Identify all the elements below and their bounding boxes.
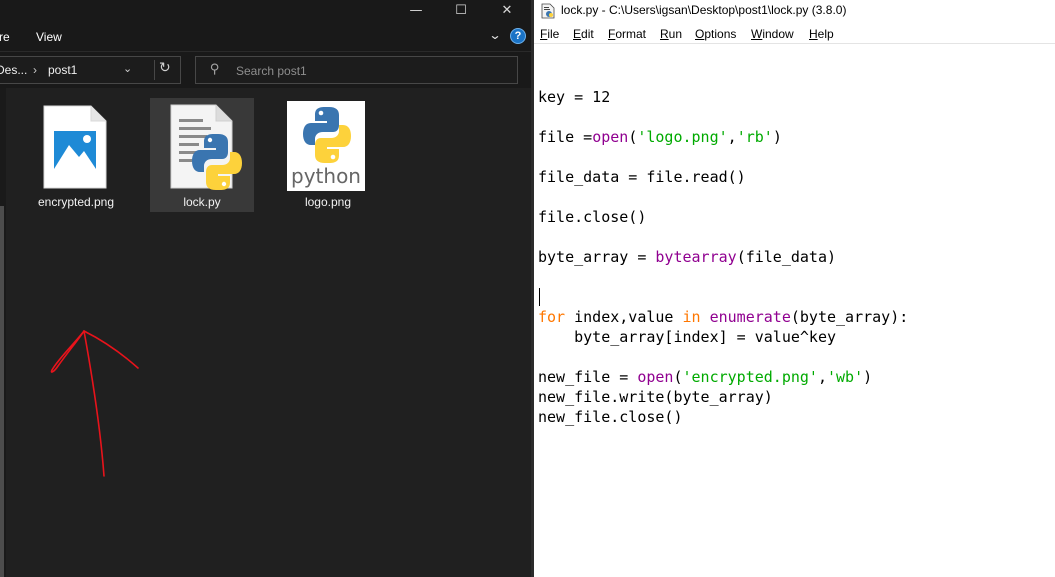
code-line[interactable]: new_file = open('encrypted.png','wb')	[538, 367, 872, 387]
idle-editor-window: lock.py - C:\Users\igsan\Desktop\post1\l…	[531, 0, 1055, 577]
code-text: ,	[817, 368, 827, 386]
menu-file[interactable]: File	[540, 27, 559, 41]
file-name: logo.png	[304, 195, 352, 209]
image-file-icon	[43, 105, 107, 189]
code-text: file.close()	[538, 208, 647, 226]
code-keyword: in	[682, 308, 701, 326]
code-text: )	[863, 368, 873, 386]
minimize-button[interactable]: —	[393, 0, 439, 20]
idle-title-bar: lock.py - C:\Users\igsan\Desktop\post1\l…	[534, 0, 1055, 22]
code-string: 'rb'	[736, 128, 773, 146]
code-line[interactable]: file =open('logo.png','rb')	[538, 127, 782, 147]
chevron-down-icon[interactable]: ⌄	[123, 62, 132, 75]
menu-help[interactable]: Help	[809, 27, 834, 41]
breadcrumb-desktop[interactable]: Des...	[0, 63, 27, 77]
code-text: byte_array[index] = value^key	[538, 328, 837, 346]
breadcrumb-post1[interactable]: post1	[48, 63, 77, 77]
ribbon-tab-share[interactable]: re	[0, 30, 10, 44]
code-text: new_file.close()	[538, 408, 683, 426]
code-line[interactable]: byte_array = bytearray(file_data)	[538, 247, 836, 267]
search-input[interactable]: ⚲ Search post1	[195, 56, 518, 84]
python-script-icon	[170, 104, 242, 190]
code-text: (byte_array):	[790, 308, 909, 326]
code-text: )	[772, 128, 782, 146]
code-text: ,	[727, 128, 737, 146]
code-string: 'wb'	[827, 368, 864, 386]
code-line[interactable]: key = 12	[538, 87, 610, 107]
file-name: lock.py	[183, 195, 221, 209]
ribbon-tab-view[interactable]: View	[36, 30, 62, 44]
code-line[interactable]: new_file.write(byte_array)	[538, 387, 773, 407]
code-text: (file_data)	[736, 248, 837, 266]
code-text: (	[673, 368, 683, 386]
code-line[interactable]: for index,value in enumerate(byte_array)…	[538, 307, 908, 327]
code-text: file =	[538, 128, 593, 146]
code-text: index,value	[565, 308, 683, 326]
menu-edit[interactable]: Edit	[573, 27, 594, 41]
navigation-pane-edge	[0, 88, 6, 577]
explorer-title-bar: — ☐ ✕	[0, 0, 531, 20]
code-builtin: open	[592, 128, 629, 146]
code-text: new_file.write(byte_array)	[538, 388, 773, 406]
address-bar-row: Des... › post1 ⌄ ↻ ⚲ Search post1	[0, 52, 531, 88]
code-line[interactable]: file.close()	[538, 207, 646, 227]
file-list-area[interactable]: encrypted.png lock.py python logo.png	[0, 88, 531, 577]
expand-ribbon-icon[interactable]: ⌄	[488, 28, 501, 42]
file-item-logo[interactable]: python logo.png	[276, 98, 380, 212]
code-editor[interactable]: key = 12 file =open('logo.png','rb') file_…	[534, 45, 1055, 577]
code-text: (	[628, 128, 638, 146]
breadcrumb-separator-icon[interactable]: ›	[33, 63, 37, 77]
code-line[interactable]: byte_array[index] = value^key	[538, 327, 836, 347]
window-title: lock.py - C:\Users\igsan\Desktop\post1\l…	[561, 3, 847, 17]
menu-window[interactable]: Window	[751, 27, 794, 41]
menu-format[interactable]: Format	[608, 27, 646, 41]
python-logo-thumbnail: python	[287, 101, 365, 191]
maximize-button[interactable]: ☐	[438, 0, 484, 20]
code-string: 'encrypted.png'	[682, 368, 818, 386]
file-item-encrypted[interactable]: encrypted.png	[24, 98, 128, 212]
code-string: 'logo.png'	[637, 128, 728, 146]
search-placeholder: Search post1	[236, 64, 307, 78]
refresh-icon[interactable]: ↻	[154, 60, 171, 80]
file-explorer-window: — ☐ ✕ re View ⌄ ? Des... › post1 ⌄ ↻ ⚲ S…	[0, 0, 531, 577]
menu-bar: File Edit Format Run Options Window Help	[534, 24, 1055, 44]
code-builtin: bytearray	[655, 248, 737, 266]
close-button[interactable]: ✕	[484, 0, 530, 20]
code-text: key = 12	[538, 88, 611, 106]
scrollbar-thumb[interactable]	[0, 206, 4, 577]
code-builtin: open	[637, 368, 674, 386]
file-item-lock-py[interactable]: lock.py	[150, 98, 254, 212]
address-bar[interactable]: Des... › post1 ⌄ ↻	[0, 56, 181, 84]
code-text: new_file =	[538, 368, 638, 386]
code-text: byte_array =	[538, 248, 656, 266]
annotation-arrow-icon	[50, 330, 139, 477]
code-line[interactable]: file_data = file.read()	[538, 167, 746, 187]
menu-run[interactable]: Run	[660, 27, 682, 41]
code-keyword: for	[538, 308, 566, 326]
thumbnail-python-text: python	[291, 164, 361, 188]
ribbon-tabs: re View ⌄ ?	[0, 20, 531, 52]
menu-options[interactable]: Options	[695, 27, 736, 41]
code-text: file_data = file.read()	[538, 168, 746, 186]
search-icon: ⚲	[210, 62, 220, 77]
help-icon[interactable]: ?	[510, 28, 526, 44]
text-cursor	[539, 288, 540, 306]
file-name: encrypted.png	[37, 195, 115, 209]
code-line[interactable]: new_file.close()	[538, 407, 683, 427]
code-builtin: enumerate	[709, 308, 791, 326]
python-file-icon	[541, 3, 555, 19]
